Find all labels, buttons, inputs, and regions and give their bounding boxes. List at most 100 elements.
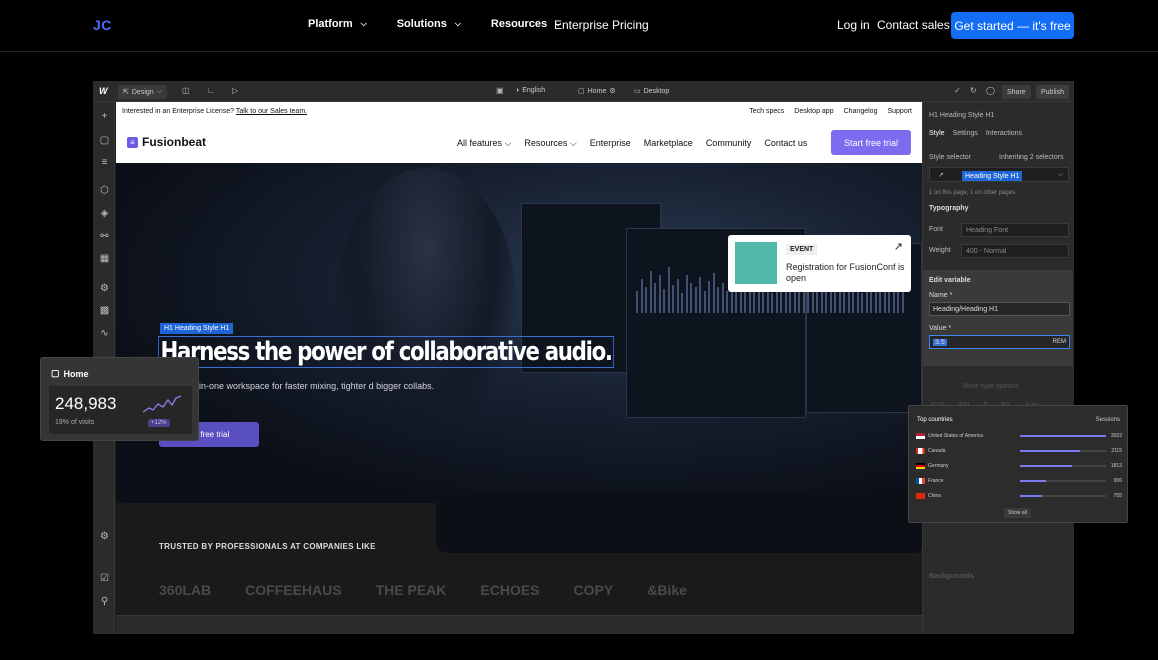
waveform-bar — [681, 293, 683, 313]
variables-icon[interactable]: ⚯ — [98, 230, 111, 243]
start-trial-button[interactable]: Start free trial — [831, 130, 911, 155]
site-canvas[interactable]: Interested in an Enterprise License? Tal… — [116, 102, 922, 615]
nav-resources[interactable]: Resources ⌵ — [491, 18, 561, 30]
navigator-icon[interactable]: ≡ — [98, 156, 111, 169]
comment-icon[interactable]: ◯ — [986, 86, 995, 95]
checklist-icon[interactable]: ☑ — [98, 572, 111, 585]
language-select[interactable]: ◑ English — [515, 87, 545, 94]
get-started-button[interactable]: Get started — it's free — [951, 12, 1074, 39]
card-title: Home — [63, 368, 89, 379]
breakpoint-label: Desktop — [643, 87, 670, 95]
chevron-down-icon: ⌵ — [156, 88, 162, 95]
waveform-thumbnail — [735, 242, 777, 284]
country-bar-fill — [1020, 435, 1106, 437]
waveform-bar — [883, 291, 886, 313]
panel-title: H1 Heading Style H1 — [929, 112, 994, 119]
style-selector-label: Style selector — [929, 154, 972, 161]
breakpoint-select[interactable]: ▭ Desktop — [634, 87, 670, 96]
trusted-heading: TRUSTED BY PROFESSIONALS AT COMPANIES LI… — [159, 542, 376, 551]
style-selector-input[interactable]: ↗ Heading Style H1 ⌵ — [929, 167, 1069, 182]
tab-style[interactable]: Style — [929, 130, 945, 137]
show-all-button[interactable]: Show all — [1004, 508, 1031, 518]
cursor-icon: ⇱ — [123, 89, 129, 96]
page-select[interactable]: ▢ Home ⚙ — [578, 87, 616, 96]
design-mode-dropdown[interactable]: ⇱ Design ⌵ — [118, 85, 167, 99]
nav-solutions[interactable]: Solutions ⌵ — [397, 18, 461, 30]
share-button[interactable]: Share — [1002, 85, 1031, 99]
tab-interactions[interactable]: Interactions — [986, 130, 1022, 137]
company-logo: COFFEEHAUS — [245, 582, 342, 598]
site-nav-enterprise[interactable]: Enterprise — [590, 138, 631, 149]
top-countries-card[interactable]: Top countries Sessions United States of … — [908, 405, 1128, 523]
site-brand[interactable]: ≡ Fusionbeat — [127, 135, 206, 149]
variable-value-input[interactable]: 3.5 REM — [929, 335, 1070, 349]
selector-chip[interactable]: Heading Style H1 — [962, 171, 1023, 181]
play-icon[interactable]: ▷ — [232, 86, 238, 95]
components-icon[interactable]: ⬡ — [98, 184, 111, 197]
page-analytics-card[interactable]: ▢ Home 248,983 19% of visits +12% — [40, 357, 199, 441]
pages-icon[interactable]: ▢ — [98, 134, 111, 147]
logo[interactable]: JC — [93, 17, 112, 33]
country-bar-fill — [1020, 480, 1046, 482]
country-bar — [1020, 495, 1106, 497]
search-icon[interactable]: ⚲ — [98, 595, 111, 608]
typography-heading[interactable]: Typography — [929, 205, 969, 212]
more-type-options[interactable]: More type options — [963, 383, 1019, 390]
contact-sales-link[interactable]: Contact sales — [877, 18, 950, 32]
name-label: Name * — [929, 292, 953, 299]
apps-icon[interactable]: ▩ — [98, 304, 111, 317]
chart-icon[interactable]: ∟ — [207, 86, 215, 95]
hero-heading[interactable]: Harness the power of collaborative audio… — [158, 336, 615, 368]
tab-settings[interactable]: Settings — [953, 130, 978, 137]
focus-icon[interactable]: ▣ — [496, 86, 504, 95]
nav-pricing[interactable]: Pricing — [612, 18, 649, 32]
waveform-bar — [658, 275, 661, 313]
tech-specs-link[interactable]: Tech specs — [749, 108, 784, 115]
check-icon[interactable]: ✓ — [954, 86, 961, 95]
desktop-app-link[interactable]: Desktop app — [794, 108, 833, 115]
country-bar — [1020, 450, 1106, 452]
add-icon[interactable]: + — [98, 110, 111, 123]
waveform-bar — [654, 283, 656, 313]
page-icon: ▢ — [51, 368, 60, 378]
history-icon[interactable]: ↻ — [970, 86, 977, 95]
us-flag-icon — [916, 433, 925, 439]
weight-select[interactable]: 400 - Normal — [961, 244, 1069, 258]
chevron-down-icon: ⌵ — [1057, 171, 1063, 178]
editor-window: W ⇱ Design ⌵ ◫ ∟ ▷ ▣ ◑ English ▢ Home ⚙ ▭ Desk… — [93, 81, 1074, 634]
login-link[interactable]: Log in — [837, 18, 870, 32]
site-nav-community[interactable]: Community — [706, 138, 752, 149]
webflow-logo-icon: W — [99, 86, 108, 96]
announce-link[interactable]: Talk to our Sales team. — [236, 108, 307, 115]
chevron-down-icon: ⌵ — [504, 138, 512, 148]
changelog-link[interactable]: Changelog — [844, 108, 878, 115]
nav-enterprise[interactable]: Enterprise — [554, 18, 609, 32]
waveform-bar — [667, 267, 670, 313]
logic-icon[interactable]: ⚙ — [98, 282, 111, 295]
mode-label: Design — [131, 88, 154, 96]
nav-label: Resources — [490, 18, 548, 30]
publish-button[interactable]: Publish — [1036, 85, 1069, 99]
country-row: China 755 — [916, 492, 1122, 500]
backgrounds-heading[interactable]: Backgrounds — [929, 573, 974, 580]
site-nav-contact[interactable]: Contact us — [764, 138, 807, 149]
nav-platform[interactable]: Platform ⌵ — [308, 18, 367, 30]
font-field[interactable]: Heading Font — [961, 223, 1069, 237]
assets-icon[interactable]: ▦ — [98, 252, 111, 265]
variable-name-input[interactable]: Heading/Heading H1 — [929, 302, 1070, 316]
waveform-bar — [712, 273, 715, 313]
country-bar — [1020, 465, 1106, 467]
france-flag-icon — [916, 478, 925, 484]
database-icon[interactable]: ◫ — [182, 86, 190, 95]
site-nav-resources[interactable]: Resources ⌵ — [524, 138, 576, 149]
company-logo: ECHOES — [480, 582, 540, 598]
site-nav-all-features[interactable]: All features ⌵ — [457, 138, 511, 149]
settings-icon[interactable]: ⚙ — [98, 530, 111, 543]
styles-icon[interactable]: ◈ — [98, 207, 111, 220]
hero-extension — [436, 493, 922, 553]
support-link[interactable]: Support — [887, 108, 912, 115]
event-card[interactable]: EVENT Registration for FusionConf is ope… — [728, 235, 911, 292]
waveform-bar — [685, 275, 688, 313]
audit-icon[interactable]: ∿ — [98, 327, 111, 340]
site-nav-marketplace[interactable]: Marketplace — [644, 138, 693, 149]
